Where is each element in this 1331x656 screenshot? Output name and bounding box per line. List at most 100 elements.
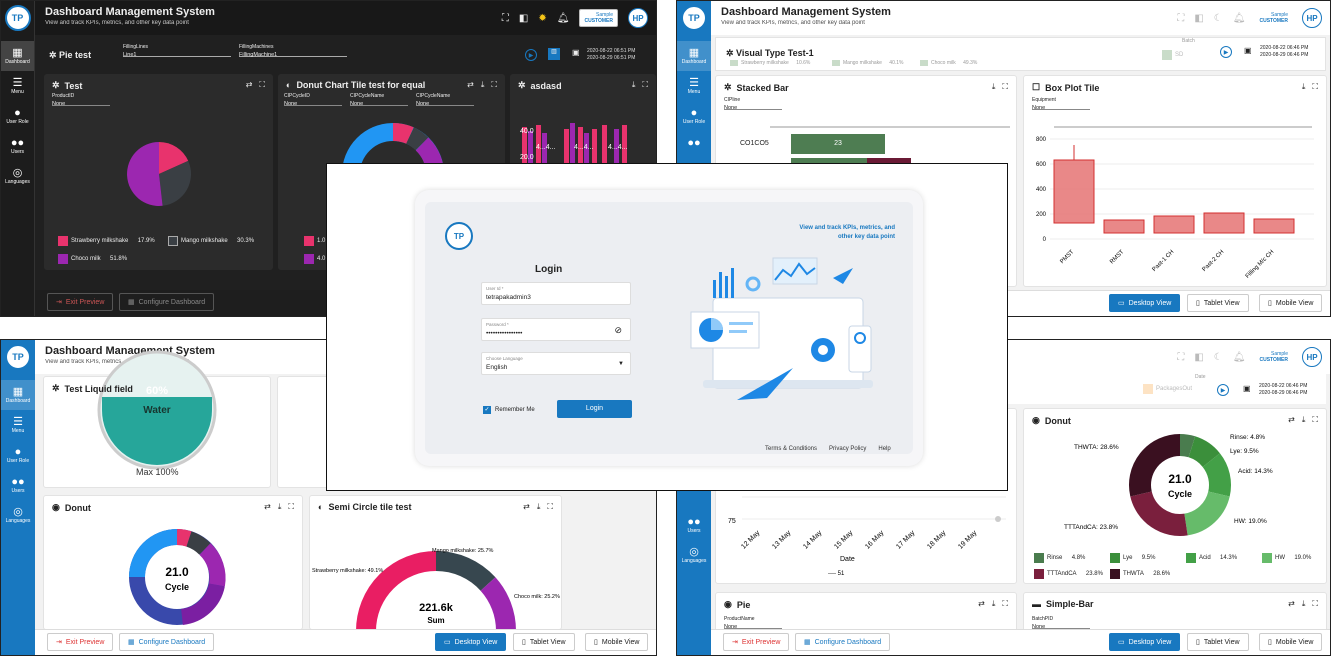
download-icon[interactable]: ⤓	[1302, 82, 1306, 92]
cip-cycle-id-select[interactable]: CIPCycleID None	[284, 92, 342, 107]
expand-icon[interactable]: ⛶	[259, 80, 265, 90]
mobile-view-button[interactable]: ▯ Mobile View	[585, 633, 649, 651]
cip-line-select[interactable]: CIPline None	[724, 96, 782, 111]
expand-icon[interactable]: ⛶	[1002, 82, 1008, 92]
swap-icon[interactable]: ⇄	[264, 502, 271, 512]
download-icon[interactable]: ⤓	[992, 82, 996, 92]
filling-lines-select[interactable]: FillingLines Line1	[123, 43, 231, 58]
mobile-view-button[interactable]: ▯ Mobile View	[1259, 294, 1323, 312]
desktop-view-button[interactable]: ▭ Desktop View	[1109, 633, 1181, 651]
theme-fill-icon[interactable]: ◧	[1194, 13, 1203, 24]
help-link[interactable]: Help	[878, 446, 890, 452]
download-icon[interactable]: ⤓	[1302, 599, 1306, 609]
sidebar-item-users[interactable]: ●● Users	[1, 131, 34, 161]
sidebar-item-dashboard[interactable]: ▦ Dashboard	[1, 380, 35, 410]
sidebar-item-user-role[interactable]: ● User Role	[677, 101, 711, 131]
date-range[interactable]: 2020-08-22 06:46 PM 2020-08-29 06:46 PM	[1259, 383, 1307, 397]
theme-fill-icon[interactable]: ◧	[519, 13, 528, 24]
language-select[interactable]: Choose Language English ▼	[481, 352, 631, 375]
equipment-select[interactable]: Equipment None	[1032, 96, 1090, 111]
expand-icon[interactable]: ⛶	[1312, 415, 1318, 425]
report-icon[interactable]: ▥	[548, 48, 560, 60]
password-field[interactable]: Password * •••••••••••••••• ⊘	[481, 318, 631, 341]
calendar-icon[interactable]: ▣	[572, 48, 580, 57]
sidebar-item-dashboard[interactable]: ▦ Dashboard	[677, 41, 711, 71]
exit-preview-button[interactable]: ⇥ Exit Preview	[47, 293, 114, 311]
exit-preview-button[interactable]: ⇥ Exit Preview	[47, 633, 114, 651]
login-button[interactable]: Login	[557, 400, 632, 418]
moon-icon[interactable]: ☾	[1214, 13, 1223, 24]
cip-cycle-name-select[interactable]: CIPCycleName None	[416, 92, 474, 107]
sidebar-item-menu[interactable]: ☰ Menu	[677, 71, 711, 101]
sidebar-item-user-role[interactable]: ● User Role	[1, 440, 35, 470]
tablet-view-button[interactable]: ▯ Tablet View	[1187, 633, 1249, 651]
download-icon[interactable]: ⤓	[632, 80, 636, 90]
bell-icon[interactable]: 🔔︎	[1233, 352, 1246, 363]
sidebar-item-users[interactable]: ●●	[677, 131, 711, 155]
expand-icon[interactable]: ⛶	[547, 502, 553, 512]
expand-icon[interactable]: ⛶	[1312, 82, 1318, 92]
product-id-select[interactable]: ProductID None	[52, 92, 110, 107]
swap-icon[interactable]: ⇄	[1288, 415, 1295, 425]
sidebar-item-languages[interactable]: ◎ Languages	[1, 500, 35, 530]
sidebar-item-menu[interactable]: ☰ Menu	[1, 410, 35, 440]
play-icon[interactable]: ▶	[525, 49, 537, 61]
date-range[interactable]: 2020-08-22 06:46 PM 2020-08-29 06:46 PM	[1260, 45, 1308, 59]
fullscreen-icon[interactable]: ⛶	[1177, 13, 1184, 24]
remember-me-checkbox[interactable]: ✓ Remember Me	[483, 406, 535, 414]
visibility-off-icon[interactable]: ⊘	[614, 325, 622, 336]
swap-icon[interactable]: ⇄	[523, 502, 530, 512]
expand-icon[interactable]: ⛶	[288, 502, 294, 512]
download-icon[interactable]: ⤓	[537, 502, 541, 512]
avatar[interactable]: HP	[1302, 347, 1322, 367]
play-icon[interactable]: ▶	[1217, 384, 1229, 396]
theme-fill-icon[interactable]: ◧	[1194, 352, 1203, 363]
batch-pid-select[interactable]: BatchPID None	[1032, 615, 1090, 630]
calendar-icon[interactable]: ▣	[1244, 46, 1252, 55]
cip-cycle-name-select[interactable]: CIPCycleName None	[350, 92, 408, 107]
sidebar-item-languages[interactable]: ◎ Languages	[1, 161, 34, 191]
swap-icon[interactable]: ⇄	[246, 80, 253, 90]
bell-icon[interactable]: 🔔︎	[1233, 13, 1246, 24]
play-icon[interactable]: ▶	[1220, 46, 1232, 58]
configure-dashboard-button[interactable]: ▦ Configure Dashboard	[119, 293, 215, 311]
download-icon[interactable]: ⤓	[278, 502, 282, 512]
calendar-icon[interactable]: ▣	[1243, 384, 1251, 393]
swap-icon[interactable]: ⇄	[978, 599, 985, 609]
download-icon[interactable]: ⤓	[481, 80, 485, 90]
moon-icon[interactable]: ☾	[1214, 352, 1223, 363]
expand-icon[interactable]: ⛶	[642, 80, 648, 90]
sun-icon[interactable]: ✹	[538, 13, 546, 24]
desktop-view-button[interactable]: ▭ Desktop View	[435, 633, 507, 651]
privacy-link[interactable]: Privacy Policy	[829, 446, 866, 452]
sidebar-item-languages[interactable]: ◎ Languages	[677, 540, 711, 570]
date-range[interactable]: 2020-08-22 06:51 PM 2020-08-29 06:51 PM	[587, 48, 635, 62]
sidebar-item-user-role[interactable]: ● User Role	[1, 101, 34, 131]
configure-dashboard-button[interactable]: ▦ Configure Dashboard	[795, 633, 891, 651]
user-id-field[interactable]: User Id * tetrapakadmin3	[481, 282, 631, 305]
tablet-view-button[interactable]: ▯ Tablet View	[1187, 294, 1249, 312]
expand-icon[interactable]: ⛶	[491, 80, 497, 90]
mobile-view-button[interactable]: ▯ Mobile View	[1259, 633, 1323, 651]
avatar[interactable]: HP	[1302, 8, 1322, 28]
filling-machines-select[interactable]: FillingMachines FillingMachine1	[239, 43, 347, 58]
swap-icon[interactable]: ⇄	[467, 80, 474, 90]
sidebar-item-dashboard[interactable]: ▦ Dashboard	[1, 41, 34, 71]
tablet-view-button[interactable]: ▯ Tablet View	[513, 633, 575, 651]
sidebar-item-menu[interactable]: ☰ Menu	[1, 71, 34, 101]
bell-icon[interactable]: 🔔︎	[557, 13, 570, 24]
sidebar-item-users[interactable]: ●● Users	[677, 510, 711, 540]
sidebar-item-users[interactable]: ●● Users	[1, 470, 35, 500]
swap-icon[interactable]: ⇄	[1288, 599, 1295, 609]
fullscreen-icon[interactable]: ⛶	[502, 13, 509, 24]
exit-preview-button[interactable]: ⇥ Exit Preview	[723, 633, 790, 651]
expand-icon[interactable]: ⛶	[1312, 599, 1318, 609]
configure-dashboard-button[interactable]: ▦ Configure Dashboard	[119, 633, 215, 651]
download-icon[interactable]: ⤓	[1302, 415, 1306, 425]
zoom-slider[interactable]	[770, 126, 1010, 128]
avatar[interactable]: HP	[628, 8, 648, 28]
terms-link[interactable]: Terms & Conditions	[765, 446, 817, 452]
product-name-select[interactable]: ProductName None	[724, 615, 782, 630]
desktop-view-button[interactable]: ▭ Desktop View	[1109, 294, 1181, 312]
download-icon[interactable]: ⤓	[992, 599, 996, 609]
